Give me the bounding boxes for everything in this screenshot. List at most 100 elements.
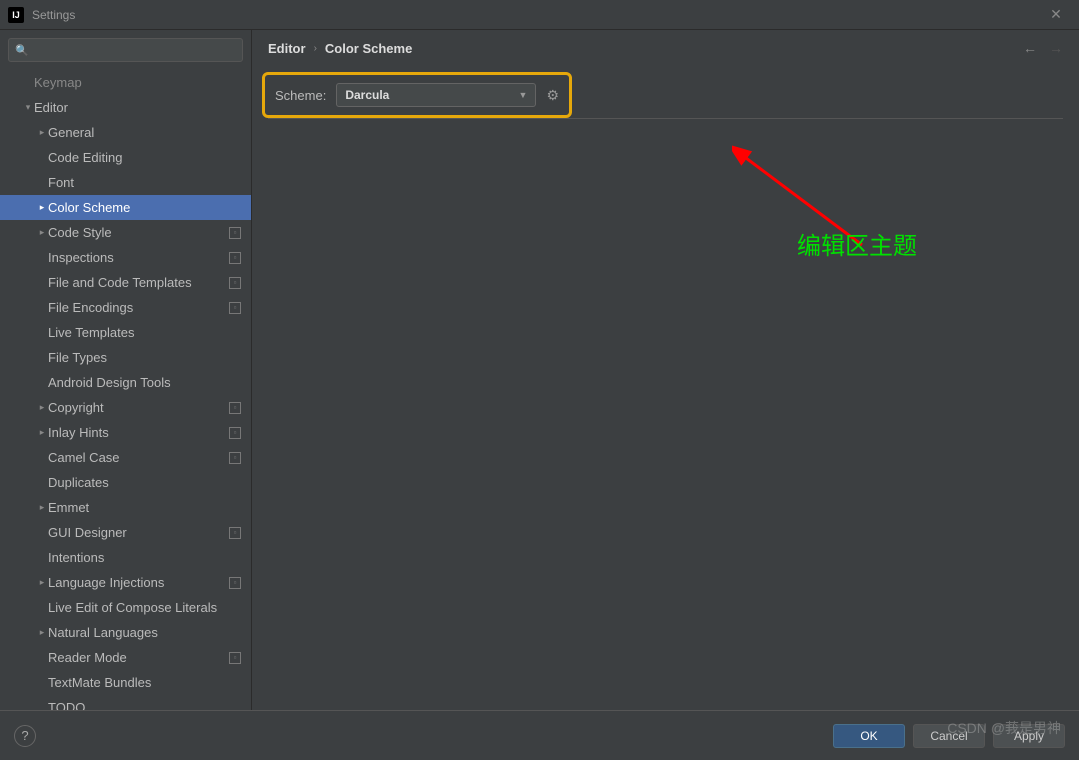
project-badge-icon: ▫: [229, 577, 241, 589]
tree-item-copyright[interactable]: ▸Copyright▫: [0, 395, 251, 420]
annotation-text: 编辑区主题: [797, 226, 917, 261]
tree-item-label: GUI Designer: [48, 525, 229, 540]
tree-item-code-style[interactable]: ▸Code Style▫: [0, 220, 251, 245]
tree-item-label: Inspections: [48, 250, 229, 265]
tree-item-label: Intentions: [48, 550, 241, 565]
scheme-value: Darcula: [345, 88, 389, 102]
scheme-dropdown[interactable]: Darcula ▼: [336, 83, 536, 107]
tree-item-label: Font: [48, 175, 241, 190]
search-icon: 🔍: [15, 44, 29, 57]
tree-item-duplicates[interactable]: Duplicates: [0, 470, 251, 495]
tree-item-inlay-hints[interactable]: ▸Inlay Hints▫: [0, 420, 251, 445]
chevron-right-icon: ›: [314, 43, 317, 54]
project-badge-icon: ▫: [229, 302, 241, 314]
tree-item-label: File Encodings: [48, 300, 229, 315]
project-badge-icon: ▫: [229, 527, 241, 539]
tree-item-font[interactable]: Font: [0, 170, 251, 195]
cancel-button[interactable]: Cancel: [913, 724, 985, 748]
chevron-right-icon: ▸: [36, 202, 48, 213]
annotation-arrow: [732, 145, 892, 265]
tree-item-file-types[interactable]: File Types: [0, 345, 251, 370]
main-panel: Editor › Color Scheme ← → Scheme: Darcul…: [252, 30, 1079, 710]
tree-item-label: Natural Languages: [48, 625, 241, 640]
chevron-down-icon: ▼: [519, 90, 528, 100]
tree-item-emmet[interactable]: ▸Emmet: [0, 495, 251, 520]
tree-item-label: General: [48, 125, 241, 140]
titlebar: IJ Settings ✕: [0, 0, 1079, 30]
project-badge-icon: ▫: [229, 227, 241, 239]
tree-item-label: Code Editing: [48, 150, 241, 165]
crumb-editor[interactable]: Editor: [268, 41, 306, 56]
tree-item-label: Live Templates: [48, 325, 241, 340]
tree-item-label: Code Style: [48, 225, 229, 240]
tree-item-reader-mode[interactable]: Reader Mode▫: [0, 645, 251, 670]
tree-item-label: Editor: [34, 100, 241, 115]
tree-item-label: File and Code Templates: [48, 275, 229, 290]
close-icon[interactable]: ✕: [1041, 6, 1071, 23]
settings-tree[interactable]: Keymap▾Editor▸GeneralCode EditingFont▸Co…: [0, 70, 251, 710]
project-badge-icon: ▫: [229, 252, 241, 264]
divider: [268, 118, 1063, 119]
project-badge-icon: ▫: [229, 452, 241, 464]
tree-item-label: Copyright: [48, 400, 229, 415]
tree-item-textmate-bundles[interactable]: TextMate Bundles: [0, 670, 251, 695]
tree-item-label: Color Scheme: [48, 200, 241, 215]
tree-item-android-design-tools[interactable]: Android Design Tools: [0, 370, 251, 395]
tree-item-code-editing[interactable]: Code Editing: [0, 145, 251, 170]
tree-item-label: Inlay Hints: [48, 425, 229, 440]
project-badge-icon: ▫: [229, 652, 241, 664]
crumb-color-scheme: Color Scheme: [325, 41, 412, 56]
tree-item-label: File Types: [48, 350, 241, 365]
window-title: Settings: [32, 8, 75, 22]
tree-item-gui-designer[interactable]: GUI Designer▫: [0, 520, 251, 545]
project-badge-icon: ▫: [229, 427, 241, 439]
sidebar: 🔍 Keymap▾Editor▸GeneralCode EditingFont▸…: [0, 30, 252, 710]
tree-item-label: Emmet: [48, 500, 241, 515]
tree-item-camel-case[interactable]: Camel Case▫: [0, 445, 251, 470]
tree-item-color-scheme[interactable]: ▸Color Scheme: [0, 195, 251, 220]
tree-item-live-edit-of-compose-literals[interactable]: Live Edit of Compose Literals: [0, 595, 251, 620]
tree-item-file-and-code-templates[interactable]: File and Code Templates▫: [0, 270, 251, 295]
tree-item-label: Live Edit of Compose Literals: [48, 600, 241, 615]
tree-item-label: Keymap: [34, 75, 241, 90]
ok-button[interactable]: OK: [833, 724, 905, 748]
gear-icon[interactable]: ⚙: [546, 87, 559, 104]
tree-item-file-encodings[interactable]: File Encodings▫: [0, 295, 251, 320]
chevron-right-icon: ▸: [36, 627, 48, 638]
tree-item-intentions[interactable]: Intentions: [0, 545, 251, 570]
tree-item-general[interactable]: ▸General: [0, 120, 251, 145]
project-badge-icon: ▫: [229, 277, 241, 289]
tree-item-label: Reader Mode: [48, 650, 229, 665]
tree-item-inspections[interactable]: Inspections▫: [0, 245, 251, 270]
footer: ? OK Cancel Apply: [0, 710, 1079, 760]
tree-item-label: Camel Case: [48, 450, 229, 465]
search-input[interactable]: 🔍: [8, 38, 243, 62]
apply-button[interactable]: Apply: [993, 724, 1065, 748]
chevron-down-icon: ▾: [22, 102, 34, 113]
chevron-right-icon: ▸: [36, 427, 48, 438]
app-icon: IJ: [8, 7, 24, 23]
forward-arrow-icon[interactable]: →: [1049, 40, 1063, 56]
breadcrumb: Editor › Color Scheme ← →: [252, 30, 1079, 66]
tree-item-editor[interactable]: ▾Editor: [0, 95, 251, 120]
tree-item-label: TextMate Bundles: [48, 675, 241, 690]
tree-item-natural-languages[interactable]: ▸Natural Languages: [0, 620, 251, 645]
chevron-right-icon: ▸: [36, 502, 48, 513]
scheme-highlight-box: Scheme: Darcula ▼ ⚙: [262, 72, 572, 118]
help-button[interactable]: ?: [14, 725, 36, 747]
chevron-right-icon: ▸: [36, 577, 48, 588]
tree-item-label: Language Injections: [48, 575, 229, 590]
tree-item-live-templates[interactable]: Live Templates: [0, 320, 251, 345]
chevron-right-icon: ▸: [36, 127, 48, 138]
back-arrow-icon[interactable]: ←: [1023, 40, 1037, 56]
project-badge-icon: ▫: [229, 402, 241, 414]
tree-item-label: TODO: [48, 700, 241, 710]
tree-item-label: Android Design Tools: [48, 375, 241, 390]
tree-item-keymap[interactable]: Keymap: [0, 70, 251, 95]
tree-item-language-injections[interactable]: ▸Language Injections▫: [0, 570, 251, 595]
tree-item-label: Duplicates: [48, 475, 241, 490]
chevron-right-icon: ▸: [36, 402, 48, 413]
scheme-label: Scheme:: [275, 88, 326, 103]
tree-item-todo[interactable]: TODO: [0, 695, 251, 710]
chevron-right-icon: ▸: [36, 227, 48, 238]
